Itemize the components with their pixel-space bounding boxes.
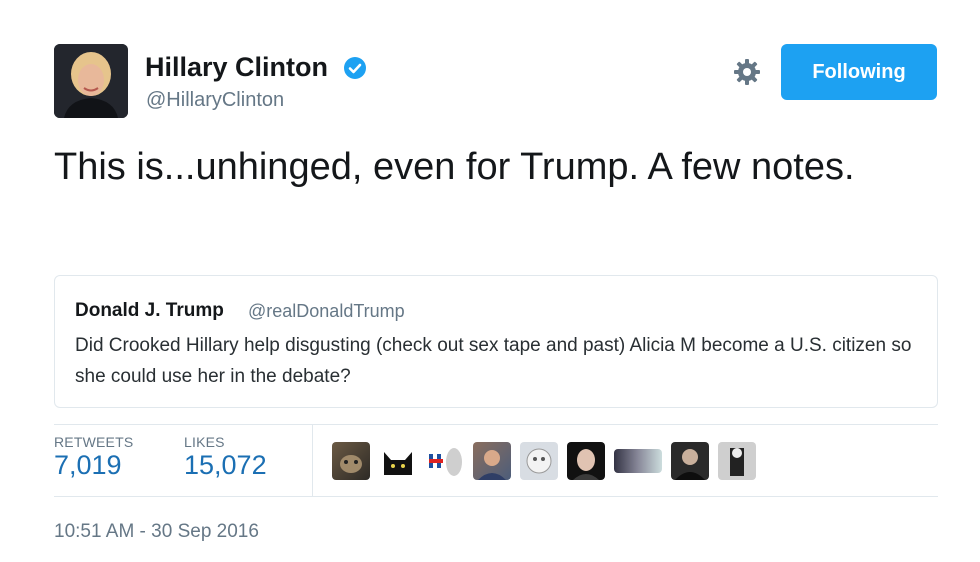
following-button[interactable]: Following — [781, 44, 937, 100]
liker-avatar-man-dark[interactable] — [671, 442, 709, 480]
author-avatar[interactable] — [54, 44, 128, 118]
stats-divider-bottom — [54, 496, 938, 497]
author-name[interactable]: Hillary Clinton — [145, 52, 328, 83]
liker-avatar-bw-photo[interactable] — [718, 442, 756, 480]
author-avatar-image — [54, 44, 128, 118]
likes-label: LIKES — [184, 434, 225, 450]
stats-vertical-divider — [312, 425, 313, 496]
liker-avatars — [332, 442, 756, 480]
liker-avatar-cartoon[interactable] — [520, 442, 558, 480]
author-handle[interactable]: @HillaryClinton — [146, 89, 284, 112]
likes-count[interactable]: 15,072 — [184, 450, 267, 481]
quoted-tweet-text: Did Crooked Hillary help disgusting (che… — [75, 335, 912, 387]
tweet-text: This is...unhinged, even for Trump. A fe… — [54, 146, 855, 188]
liker-avatar-sketch[interactable] — [567, 442, 605, 480]
liker-avatar-person[interactable] — [473, 442, 511, 480]
quoted-author-name: Donald J. Trump — [75, 300, 224, 321]
quoted-tweet-card[interactable]: Donald J. Trump @realDonaldTrump Did Cro… — [54, 275, 938, 408]
retweets-count[interactable]: 7,019 — [54, 450, 133, 481]
likes-stat[interactable]: LIKES 15,072 — [184, 434, 267, 481]
liker-avatar-h-logo[interactable] — [426, 442, 464, 480]
gear-icon[interactable] — [732, 57, 762, 87]
liker-avatar-banner[interactable] — [614, 449, 662, 473]
liker-avatar-dog[interactable] — [332, 442, 370, 480]
retweets-label: RETWEETS — [54, 434, 134, 450]
tweet-timestamp[interactable]: 10:51 AM - 30 Sep 2016 — [54, 521, 259, 543]
stats-divider-top — [54, 424, 938, 425]
liker-avatar-black-cat[interactable] — [379, 442, 417, 480]
verified-badge-icon — [344, 57, 366, 79]
retweets-stat[interactable]: RETWEETS 7,019 — [54, 434, 133, 481]
quoted-author-handle: @realDonaldTrump — [248, 301, 405, 321]
